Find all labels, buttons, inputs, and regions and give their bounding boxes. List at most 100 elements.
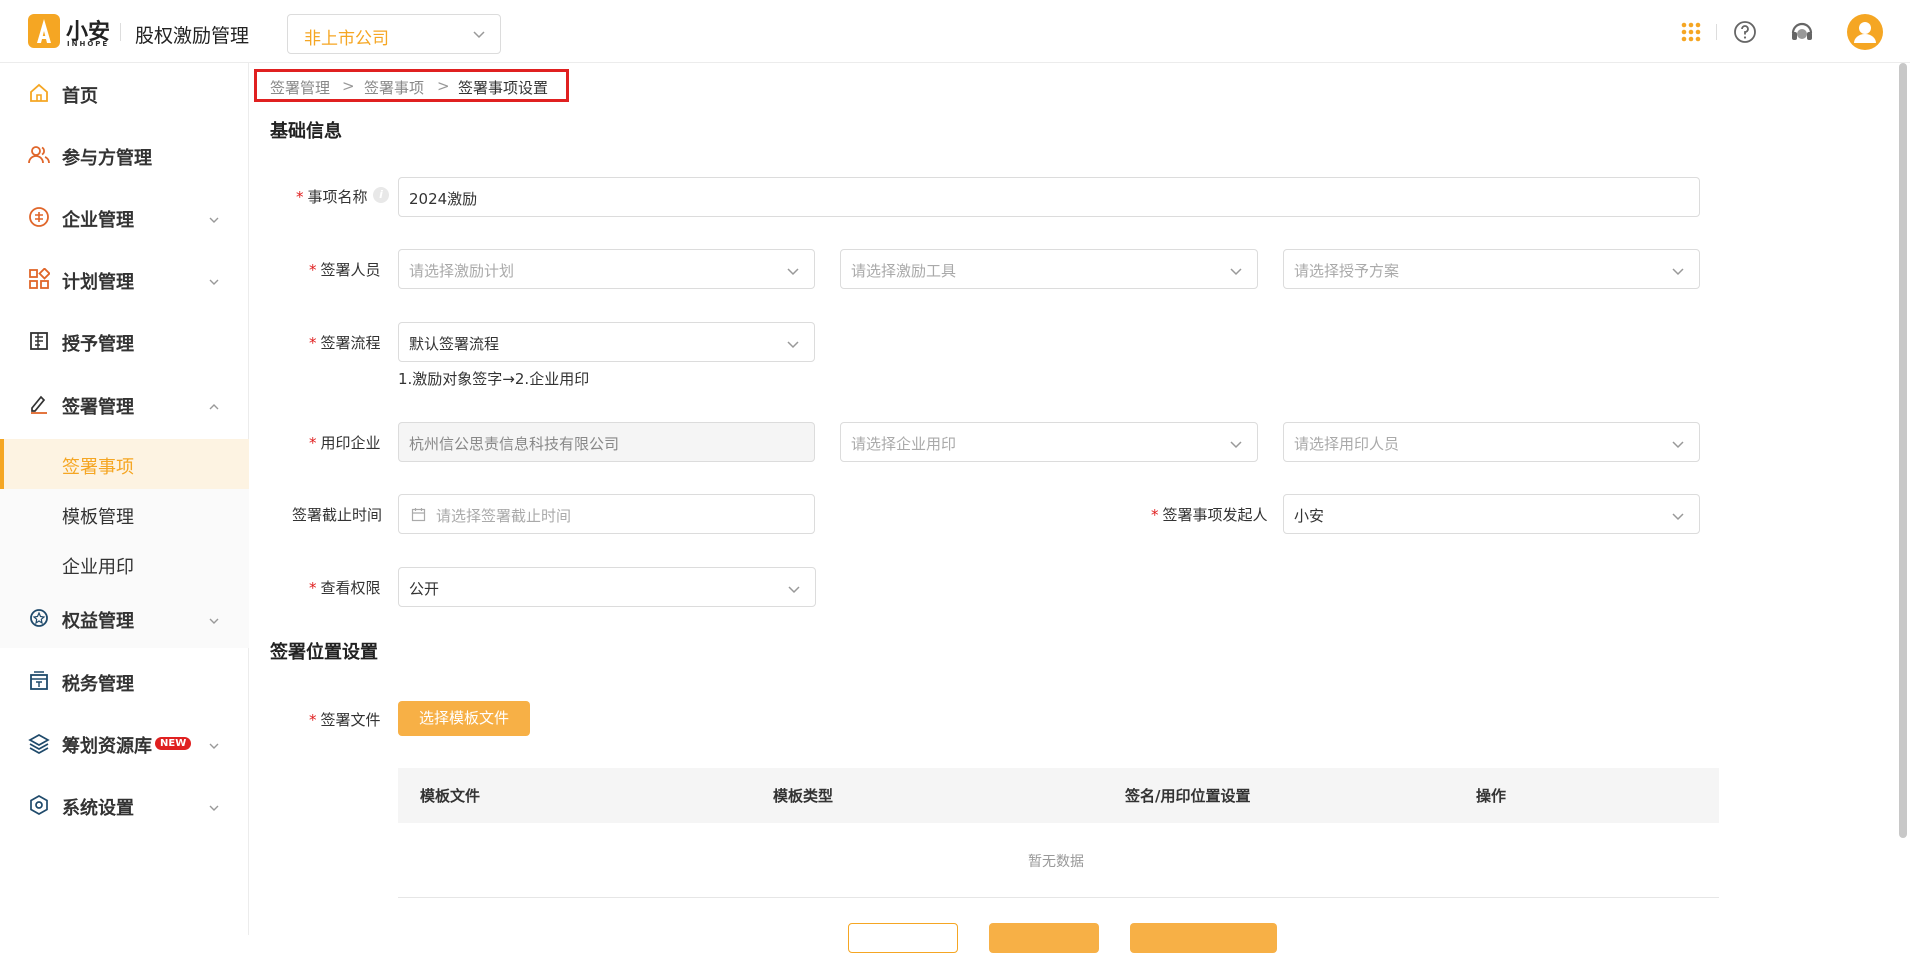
header-divider: [120, 23, 121, 41]
badge-icon: [28, 607, 50, 629]
chevron-down-icon: [787, 581, 801, 600]
initiator-select[interactable]: 小安: [1283, 494, 1700, 534]
seal-person-placeholder: 请选择用印人员: [1294, 435, 1400, 453]
breadcrumb-link[interactable]: 签署管理: [270, 77, 330, 98]
sign-flow-value: 默认签署流程: [409, 335, 500, 353]
breadcrumb-link[interactable]: 签署事项: [364, 77, 424, 98]
column-header: 模板类型: [773, 787, 834, 805]
vertical-scrollbar[interactable]: [1899, 63, 1907, 838]
new-badge: NEW: [155, 737, 192, 750]
incentive-tool-select[interactable]: 请选择激励工具: [840, 249, 1258, 289]
column-header: 签名/用印位置设置: [1125, 787, 1251, 805]
permission-select[interactable]: 公开: [398, 567, 816, 607]
help-icon[interactable]: [1731, 18, 1759, 46]
permission-label: * 查看权限: [309, 579, 381, 597]
breadcrumb-separator-icon: >: [342, 77, 355, 95]
top-header: 小安 INHOPE 股权激励管理 非上市公司: [0, 0, 1910, 63]
grid-icon: [28, 267, 51, 290]
sign-icon: [28, 393, 50, 415]
sign-flow-hint: 1.激励对象签字→2.企业用印: [398, 370, 590, 388]
seal-company-label: * 用印企业: [309, 434, 381, 452]
sidebar-subitem-company-seal[interactable]: 企业用印: [0, 539, 249, 589]
choose-template-button[interactable]: 选择模板文件: [398, 701, 530, 736]
customer-service-icon[interactable]: [1788, 18, 1816, 46]
column-header: 操作: [1476, 787, 1507, 805]
chevron-down-icon: [208, 737, 220, 756]
chevron-down-icon: [786, 336, 800, 355]
sidebar-item-participants[interactable]: 参与方管理: [0, 125, 249, 187]
save-button[interactable]: [989, 923, 1099, 953]
incentive-tool-placeholder: 请选择激励工具: [851, 262, 957, 280]
sidebar-item-home[interactable]: 首页: [0, 63, 249, 125]
sidebar-item-label: 参与方管理: [62, 148, 152, 169]
sidebar-item-label: 签署管理: [62, 397, 134, 418]
sign-file-label: * 签署文件: [309, 711, 381, 729]
incentive-plan-select[interactable]: 请选择激励计划: [398, 249, 815, 289]
calendar-icon: [411, 507, 426, 526]
table-divider: [398, 897, 1719, 898]
active-indicator: [0, 439, 4, 489]
breadcrumb-current: 签署事项设置: [458, 79, 549, 97]
chevron-down-icon: [1229, 263, 1243, 282]
breadcrumb-separator-icon: >: [437, 77, 450, 95]
sign-flow-label: * 签署流程: [309, 334, 381, 352]
chevron-down-icon: [208, 612, 220, 631]
chevron-down-icon: [208, 799, 220, 818]
layers-icon: [28, 732, 50, 754]
item-name-input[interactable]: 2024激励: [398, 177, 1700, 217]
initiator-value: 小安: [1294, 507, 1325, 525]
apps-grid-icon[interactable]: [1677, 18, 1705, 46]
sidebar-item-label: 计划管理: [62, 272, 134, 293]
seal-company-input: 杭州信公思责信息科技有限公司: [398, 422, 815, 462]
sidebar-item-enterprise[interactable]: 企业管理: [0, 187, 249, 249]
enterprise-icon: [28, 206, 50, 228]
chevron-down-icon: [1671, 436, 1685, 455]
deadline-date-picker[interactable]: 请选择签署截止时间: [398, 494, 815, 534]
deadline-placeholder: 请选择签署截止时间: [436, 507, 572, 525]
item-name-label: * 事项名称: [296, 188, 368, 206]
sidebar-item-label: 系统设置: [62, 798, 134, 819]
sign-flow-select[interactable]: 默认签署流程: [398, 322, 815, 362]
company-seal-placeholder: 请选择企业用印: [851, 435, 957, 453]
avatar[interactable]: [1847, 14, 1883, 50]
sidebar-item-label: 企业管理: [62, 210, 134, 231]
sidebar-item-label: 授予管理: [62, 334, 134, 355]
chevron-down-icon: [208, 211, 220, 230]
sidebar: 首页 参与方管理 企业管理 计划管理 授予管理 签署管理 签署事项 模板管理 企…: [0, 63, 249, 935]
signer-label: * 签署人员: [309, 261, 381, 279]
sidebar-item-grants[interactable]: 授予管理: [0, 311, 249, 373]
cancel-button[interactable]: [848, 923, 958, 953]
sidebar-item-resources[interactable]: 筹划资源库 NEW: [0, 713, 249, 775]
sidebar-item-equity[interactable]: 权益管理: [0, 588, 249, 650]
submit-button[interactable]: [1130, 923, 1277, 953]
users-icon: [28, 144, 50, 166]
sidebar-item-plans[interactable]: 计划管理: [0, 249, 249, 311]
column-header: 模板文件: [420, 787, 481, 805]
permission-value: 公开: [409, 580, 440, 598]
chevron-down-icon: [1671, 263, 1685, 282]
chevron-down-icon: [472, 26, 486, 45]
incentive-plan-placeholder: 请选择激励计划: [409, 262, 515, 280]
logo-icon[interactable]: [28, 14, 60, 48]
seal-person-select[interactable]: 请选择用印人员: [1283, 422, 1700, 462]
company-type-select[interactable]: 非上市公司: [287, 14, 501, 54]
sidebar-item-settings[interactable]: 系统设置: [0, 775, 249, 837]
sidebar-item-tax[interactable]: 税务管理: [0, 651, 249, 713]
table-empty-text: 暂无数据: [1028, 854, 1084, 870]
section-title-position: 签署位置设置: [270, 642, 378, 663]
sidebar-item-label: 权益管理: [62, 611, 134, 632]
tax-icon: [28, 670, 50, 692]
sidebar-subitem-label: 模板管理: [62, 507, 134, 528]
sidebar-subitem-label: 企业用印: [62, 557, 134, 578]
sidebar-item-signing[interactable]: 签署管理: [0, 374, 249, 436]
initiator-label: * 签署事项发起人: [1151, 506, 1268, 524]
info-icon[interactable]: i: [373, 187, 389, 203]
grant-scheme-placeholder: 请选择授予方案: [1294, 262, 1400, 280]
chevron-up-icon: [208, 398, 220, 417]
deadline-label: 签署截止时间: [292, 506, 383, 524]
sidebar-subitem-sign-items[interactable]: 签署事项: [0, 439, 249, 489]
company-seal-select[interactable]: 请选择企业用印: [840, 422, 1258, 462]
grant-scheme-select[interactable]: 请选择授予方案: [1283, 249, 1700, 289]
sidebar-subitem-templates[interactable]: 模板管理: [0, 489, 249, 539]
sidebar-subitem-label: 签署事项: [62, 457, 134, 478]
